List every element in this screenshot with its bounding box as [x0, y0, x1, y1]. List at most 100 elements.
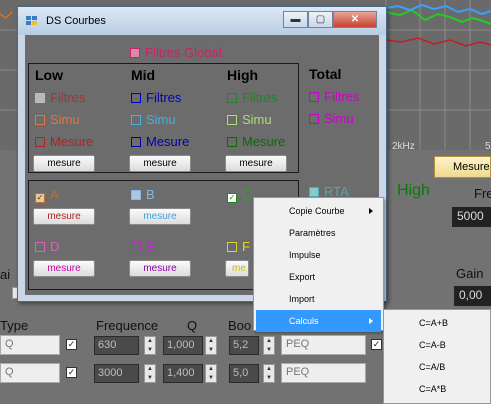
menu-item-calculs[interactable]: Calculs — [256, 310, 381, 332]
fre-label: Fre — [474, 186, 491, 201]
filter-select-row1[interactable]: PEQ — [281, 335, 366, 355]
menu-item-export[interactable]: Export — [256, 266, 381, 288]
curve-d-mesure-button[interactable]: mesure — [33, 260, 95, 277]
curve-b-mesure-button[interactable]: mesure — [129, 208, 191, 225]
q-input-row2[interactable]: 1,400 — [163, 364, 203, 383]
q-spin-row2[interactable]: ▲ ▼ — [205, 364, 217, 383]
curve-d-option[interactable]: D — [35, 239, 59, 254]
boost-spin-row2[interactable]: ▲ ▼ — [263, 364, 275, 383]
mid-simu-checkbox[interactable] — [131, 115, 141, 125]
mid-mesure-option[interactable]: Mesure — [131, 134, 189, 149]
total-filtres-option[interactable]: Filtres — [309, 89, 359, 104]
filtres-global-option[interactable]: Filtres Global — [130, 45, 222, 60]
menu-item-import[interactable]: Import — [256, 288, 381, 310]
total-filtres-checkbox[interactable] — [309, 92, 319, 102]
frequence-label: Frequence — [96, 318, 159, 333]
type-select-row1[interactable]: Q — [0, 335, 60, 355]
boost-input-row1[interactable]: 5,2 — [229, 336, 259, 355]
high-label: High — [397, 182, 430, 199]
curve-c-option[interactable]: ✓ C — [227, 187, 251, 203]
curve-a-mesure-button[interactable]: mesure — [33, 208, 95, 225]
type-label: Type — [0, 318, 29, 333]
curve-a-option[interactable]: ✓ A — [35, 187, 59, 203]
curve-a-checkbox[interactable]: ✓ — [35, 193, 45, 203]
frequence-input-row1[interactable]: 630 — [94, 336, 139, 355]
ai-label: ai — [0, 267, 11, 282]
minimize-button[interactable]: ▬ — [283, 11, 308, 28]
boost-label: Boo — [228, 318, 252, 333]
menu-item-impulse[interactable]: Impulse — [256, 244, 381, 266]
frequence-spin-row2[interactable]: ▲ ▼ — [144, 364, 156, 383]
q-label: Q — [187, 318, 198, 333]
mid-mesure-button[interactable]: mesure — [129, 155, 191, 172]
mesure-button[interactable]: Mesure — [434, 156, 491, 178]
curve-d-checkbox[interactable] — [35, 242, 45, 252]
close-button[interactable]: ✕ — [333, 11, 377, 28]
submenu-item-c-multiply[interactable]: C=A*B — [386, 378, 490, 400]
curve-f-mesure-button[interactable]: me — [225, 260, 249, 277]
low-mesure-checkbox[interactable] — [35, 137, 45, 147]
high-simu-option[interactable]: Simu — [227, 112, 272, 127]
curve-b-option[interactable]: B — [131, 187, 155, 202]
total-simu-checkbox[interactable] — [309, 114, 319, 124]
curve-c-checkbox[interactable]: ✓ — [227, 193, 237, 203]
submenu-item-c-sum[interactable]: C=A+B — [386, 312, 490, 334]
enable-checkbox-row1[interactable]: ✓ — [66, 339, 77, 350]
enable-checkbox-row2[interactable]: ✓ — [66, 367, 77, 378]
mid-filtres-option[interactable]: Filtres — [131, 90, 181, 105]
mid-simu-option[interactable]: Simu — [131, 112, 176, 127]
gain-value[interactable]: 0,00 — [454, 286, 491, 306]
window-titlebar[interactable]: DS Courbes ▬ ▢ ✕ — [18, 7, 386, 35]
type-select-row2[interactable]: Q — [0, 363, 60, 383]
high-mesure-checkbox[interactable] — [227, 137, 237, 147]
frequence-input-row2[interactable]: 3000 — [94, 364, 139, 383]
submenu-item-c-difference[interactable]: C=A-B — [386, 334, 490, 356]
filter-checkbox-row1[interactable]: ✓ — [371, 339, 382, 350]
filter-select-row2[interactable]: PEQ — [281, 363, 366, 383]
curve-e-mesure-button[interactable]: mesure — [129, 260, 191, 277]
boost-input-row2[interactable]: 5,0 — [229, 364, 259, 383]
boost-spin-row1[interactable]: ▲ ▼ — [263, 336, 275, 355]
frequence-spin-row1[interactable]: ▲ ▼ — [144, 336, 156, 355]
menu-item-parametres[interactable]: Paramètres — [256, 222, 381, 244]
low-filtres-checkbox[interactable] — [35, 93, 45, 103]
high-simu-checkbox[interactable] — [227, 115, 237, 125]
filtres-global-checkbox[interactable] — [130, 48, 140, 58]
frequency-value[interactable]: 5000 — [452, 207, 491, 227]
submenu-arrow-icon — [369, 318, 373, 324]
low-filtres-option[interactable]: Filtres — [35, 90, 85, 105]
rta-checkbox[interactable] — [309, 187, 319, 197]
curve-f-option[interactable]: F — [227, 239, 250, 254]
gain-label: Gain — [456, 266, 484, 281]
filtres-global-label: Filtres Global — [145, 45, 222, 60]
curve-f-checkbox[interactable] — [227, 242, 237, 252]
mid-mesure-checkbox[interactable] — [131, 137, 141, 147]
high-filtres-checkbox[interactable] — [227, 93, 237, 103]
low-mesure-button[interactable]: mesure — [33, 155, 95, 172]
calculs-submenu: C=A+B C=A-B C=A/B C=A*B — [383, 309, 491, 404]
high-mesure-option[interactable]: Mesure — [227, 134, 285, 149]
curve-b-checkbox[interactable] — [131, 190, 141, 200]
submenu-arrow-icon — [369, 208, 373, 214]
q-input-row1[interactable]: 1,000 — [163, 336, 203, 355]
mid-header: Mid — [131, 67, 156, 83]
curve-e-option[interactable]: E — [131, 239, 155, 254]
low-simu-option[interactable]: Simu — [35, 112, 80, 127]
submenu-item-c-divide[interactable]: C=A/B — [386, 356, 490, 378]
curves-group-top: Low Mid High Filtres Simu Mesure mesure … — [28, 63, 299, 173]
mid-filtres-checkbox[interactable] — [131, 93, 141, 103]
q-spin-row1[interactable]: ▲ ▼ — [205, 336, 217, 355]
total-header: Total — [309, 66, 342, 82]
high-header: High — [227, 67, 259, 83]
window-title: DS Courbes — [46, 15, 106, 27]
menu-item-copie-courbe[interactable]: Copie Courbe — [256, 200, 381, 222]
app-icon — [26, 16, 37, 25]
maximize-button[interactable]: ▢ — [308, 11, 333, 28]
curve-e-checkbox[interactable] — [131, 242, 141, 252]
low-header: Low — [35, 67, 63, 83]
low-mesure-option[interactable]: Mesure — [35, 134, 93, 149]
high-filtres-option[interactable]: Filtres — [227, 90, 277, 105]
total-simu-option[interactable]: Simu — [309, 111, 354, 126]
low-simu-checkbox[interactable] — [35, 115, 45, 125]
high-mesure-button[interactable]: mesure — [225, 155, 287, 172]
